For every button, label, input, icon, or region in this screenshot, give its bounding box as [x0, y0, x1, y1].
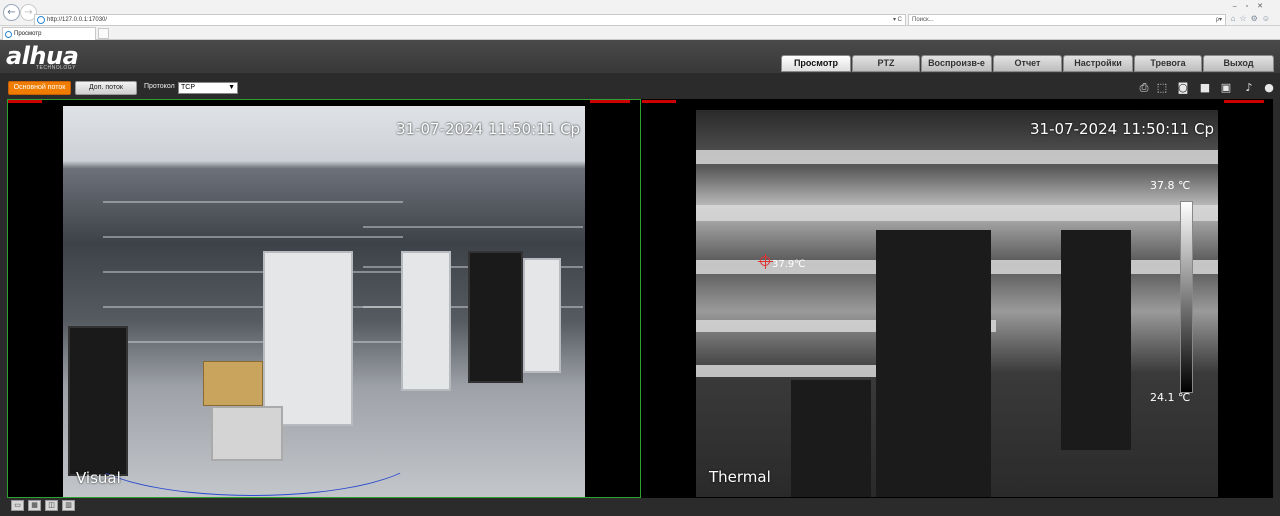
chevron-down-icon: ▼	[228, 84, 235, 91]
thermal-cabinet	[1061, 230, 1131, 450]
tab-live[interactable]: Просмотр	[781, 55, 851, 72]
thermal-hot-row	[696, 205, 1218, 221]
record-icon[interactable]: ■	[1198, 81, 1212, 94]
server-cabinet	[523, 258, 561, 373]
stream-indicator-right-thermal	[1224, 100, 1264, 103]
rack-shelf	[363, 226, 583, 228]
window-layout-icon[interactable]: ▦	[28, 500, 41, 511]
address-text: http://127.0.0.1:17030/	[47, 17, 108, 23]
rack-shelf	[103, 271, 403, 273]
new-tab-button[interactable]	[98, 28, 109, 39]
thermal-hot-row	[696, 150, 1218, 164]
server-cabinet	[468, 251, 523, 383]
temp-max-label: 37.8 ℃	[1150, 179, 1191, 192]
address-controls[interactable]: ▾ C	[893, 15, 902, 25]
tab-strip: Просмотр	[0, 26, 1280, 40]
temp-min-label: 24.1 ℃	[1150, 391, 1191, 404]
camera-snapshot-icon[interactable]: ◙	[1176, 81, 1190, 94]
tab-logout[interactable]: Выход	[1203, 55, 1274, 72]
temperature-scale-bar	[1180, 201, 1193, 393]
printer-icon[interactable]: ⎙	[1137, 81, 1151, 94]
rack-shelf	[103, 201, 403, 203]
logo-subtitle: TECHNOLOGY	[36, 65, 77, 71]
tab-settings[interactable]: Настройки	[1063, 55, 1133, 72]
spot-crosshair-icon	[758, 254, 773, 269]
thermal-cabinet	[876, 230, 991, 497]
search-input[interactable]: Поиск... ρ▾	[908, 14, 1226, 26]
search-placeholder: Поиск...	[912, 17, 934, 23]
visual-timestamp: 31-07-2024 11:50:11 Ср	[396, 120, 581, 138]
tab-playback[interactable]: Воспроизв-е	[921, 55, 992, 72]
thermal-timestamp: 31-07-2024 11:50:11 Ср	[1030, 120, 1215, 138]
region-snapshot-icon[interactable]: ⬚	[1155, 81, 1169, 94]
fullscreen-icon[interactable]: ▭	[11, 500, 24, 511]
search-controls[interactable]: ρ▾	[1216, 15, 1222, 25]
window-controls[interactable]: –▫✕	[1233, 2, 1272, 10]
tab-alarm[interactable]: Тревога	[1134, 55, 1202, 72]
tab-title: Просмотр	[14, 31, 42, 37]
thermal-channel-name: Thermal	[709, 468, 771, 486]
server-cabinet	[401, 251, 451, 391]
bottom-toolbar	[0, 498, 1280, 516]
browser-tab[interactable]: Просмотр	[2, 27, 96, 40]
sub-stream-button[interactable]: Доп. поток	[75, 81, 137, 95]
cardboard-box	[203, 361, 263, 406]
protocol-select[interactable]: TCP ▼	[178, 82, 238, 94]
protocol-label: Протокол	[144, 83, 175, 90]
microphone-icon[interactable]: ●	[1262, 81, 1276, 94]
rack-shelf	[103, 306, 403, 308]
tab-report[interactable]: Отчет	[993, 55, 1062, 72]
spot-temp-label: 37.9℃	[772, 259, 806, 270]
protocol-value: TCP	[181, 84, 195, 91]
visual-video-feed	[63, 106, 585, 497]
back-icon[interactable]: ←	[3, 4, 20, 21]
multi-record-icon[interactable]: ▣	[1219, 81, 1233, 94]
split-screen-icon[interactable]: ◫	[45, 500, 58, 511]
blue-cable	[83, 406, 423, 496]
visual-channel-name: Visual	[76, 469, 121, 487]
thermal-video-feed	[696, 110, 1218, 497]
stream-indicator-left-thermal	[642, 100, 676, 103]
address-bar[interactable]: http://127.0.0.1:17030/ ▾ C	[34, 14, 906, 26]
stream-indicator-right	[590, 100, 630, 103]
audio-icon[interactable]: ♪	[1242, 81, 1256, 94]
ie-icon	[37, 16, 45, 24]
stats-icon[interactable]: ▥	[62, 500, 75, 511]
stream-indicator-left	[8, 100, 42, 103]
browser-tool-icons[interactable]: ⌂☆⚙☺	[1231, 14, 1274, 23]
thermal-object	[791, 380, 871, 497]
main-stream-button[interactable]: Основной поток	[8, 81, 71, 95]
browser-toolbar: ← → http://127.0.0.1:17030/ ▾ C Поиск...…	[0, 0, 1280, 26]
server-cabinet	[263, 251, 353, 426]
tab-ie-icon	[5, 31, 12, 38]
tab-ptz[interactable]: PTZ	[852, 55, 920, 72]
rack-shelf	[103, 341, 403, 343]
rack-shelf	[103, 236, 403, 238]
